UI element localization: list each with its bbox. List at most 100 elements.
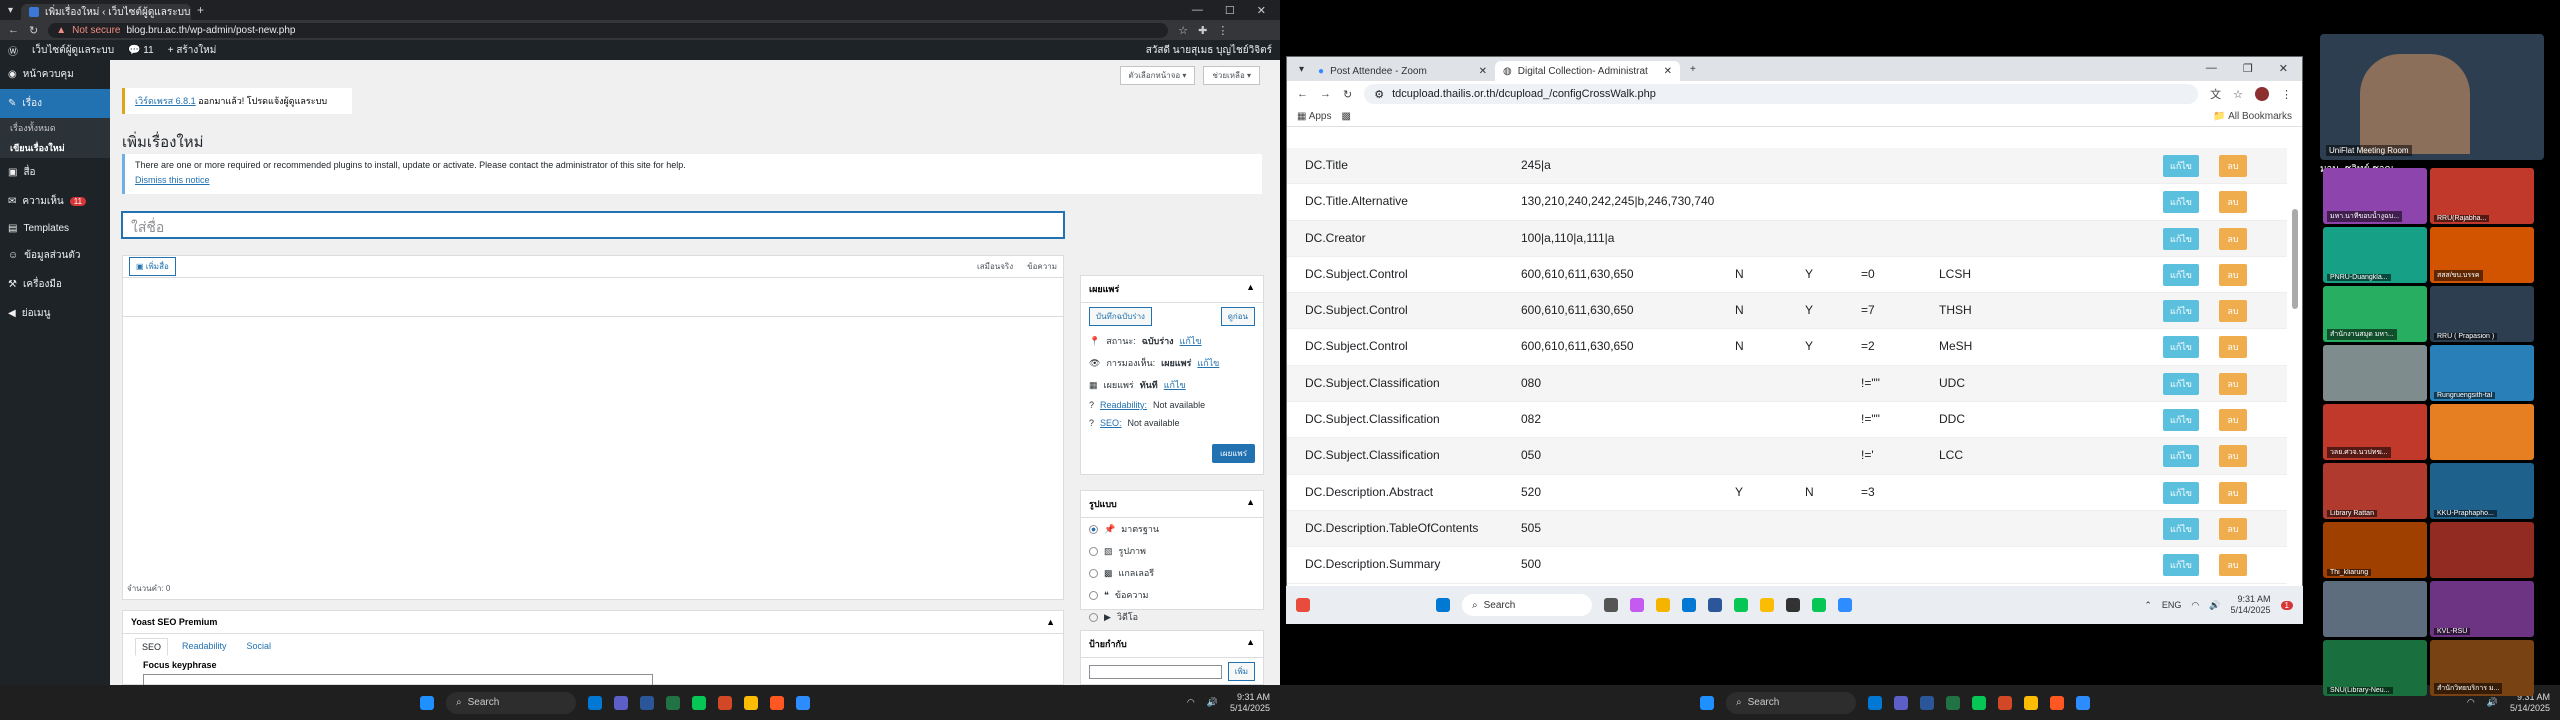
new-tab-icon[interactable]: + xyxy=(1680,64,1706,81)
close-tab-icon[interactable]: ✕ xyxy=(1479,66,1487,77)
edit-button[interactable]: แก้ไข xyxy=(2163,554,2199,577)
site-name-link[interactable]: เว็บไซต์ผู้ดูแลระบบ xyxy=(32,43,114,58)
edit-button[interactable]: แก้ไข xyxy=(2163,227,2199,250)
edge-icon[interactable] xyxy=(588,695,602,710)
grid-icon[interactable]: ▩ xyxy=(1341,111,1350,122)
menu-profile[interactable]: ☺ ข้อมูลส่วนตัว xyxy=(0,241,110,270)
comments-icon[interactable]: 💬 11 xyxy=(128,45,154,56)
publish-button[interactable]: เผยแพร่ xyxy=(1212,444,1255,463)
participant-tile[interactable]: PNRU-Duangkla... xyxy=(2323,227,2427,283)
collapse-arrow-icon[interactable]: ▲ xyxy=(1246,282,1255,296)
participant-tile[interactable]: SNU(Library-Neu... xyxy=(2323,640,2427,696)
submenu-add-new[interactable]: เขียนเรื่องใหม่ xyxy=(0,138,110,158)
participant-tile[interactable]: RRU(Rajabha... xyxy=(2430,168,2534,224)
edge-icon[interactable] xyxy=(1868,695,1882,710)
collapse-arrow-icon[interactable]: ▲ xyxy=(1046,617,1055,627)
add-tag-button[interactable]: เพิ่ม xyxy=(1227,662,1255,681)
scrollbar-thumb[interactable] xyxy=(2292,209,2298,309)
windows-start-icon[interactable] xyxy=(1436,598,1450,612)
participant-tile[interactable]: KKU-Praphapho... xyxy=(2430,463,2534,519)
close-tab-icon[interactable]: ✕ xyxy=(1664,66,1672,77)
participant-tile[interactable]: สำนักวิทยบริการ ม... xyxy=(2430,640,2534,696)
tab-visual[interactable]: เสมือนจริง xyxy=(977,260,1013,273)
restore-icon[interactable]: ❐ xyxy=(2243,62,2253,75)
yoast-tab-social[interactable]: Social xyxy=(241,638,278,656)
participant-tile[interactable] xyxy=(2430,522,2534,578)
weather-icon[interactable] xyxy=(1296,598,1310,612)
volume-icon[interactable]: 🔊 xyxy=(1207,697,1218,708)
close-icon[interactable]: ✕ xyxy=(2279,62,2288,75)
participant-tile[interactable] xyxy=(2323,345,2427,401)
zoom-icon[interactable] xyxy=(2076,695,2090,710)
bookmark-star-icon[interactable]: ☆ xyxy=(2233,88,2243,101)
tab-text[interactable]: ข้อความ xyxy=(1027,260,1057,273)
folder-icon[interactable] xyxy=(1656,598,1670,612)
delete-button[interactable]: ลบ xyxy=(2219,336,2247,359)
participant-tile[interactable] xyxy=(2430,404,2534,460)
participant-tile[interactable]: KVL-RSU xyxy=(2430,581,2534,637)
bookmark-star-icon[interactable]: ☆ xyxy=(1178,24,1188,37)
tag-input[interactable] xyxy=(1089,664,1222,679)
post-title-input[interactable]: ใส่ชื่อ xyxy=(122,212,1064,238)
reload-icon[interactable]: ↻ xyxy=(29,24,38,37)
file-icon[interactable] xyxy=(1604,598,1618,612)
powerpoint-icon[interactable] xyxy=(718,695,732,710)
zoom-active-speaker[interactable]: UniFlat Meeting Room xyxy=(2320,34,2544,160)
delete-button[interactable]: ลบ xyxy=(2219,155,2247,177)
translate-icon[interactable]: 文 xyxy=(2210,86,2221,102)
windows-start-icon[interactable] xyxy=(1700,695,1714,710)
profile-avatar[interactable] xyxy=(2255,87,2269,101)
wifi-icon[interactable]: ◠ xyxy=(1187,697,1195,708)
zoom-icon[interactable] xyxy=(1838,598,1852,612)
participant-tile[interactable]: วลย.ศวจ.นวปทฆ... xyxy=(2323,404,2427,460)
chrome-icon[interactable] xyxy=(2024,695,2038,710)
new-tab-button[interactable]: + xyxy=(197,3,204,17)
browser-tab[interactable]: เพิ่มเรื่องใหม่ ‹ เว็บไซต์ผู้ดูแลระบบ — … xyxy=(21,4,192,20)
edit-status-link[interactable]: แก้ไข xyxy=(1180,334,1202,348)
taskbar-search[interactable]: ⌕ Search xyxy=(446,691,576,714)
chevron-up-icon[interactable]: ⌃ xyxy=(2144,600,2152,611)
help-button[interactable]: ช่วยเหลือ ▾ xyxy=(1203,66,1260,85)
new-content-link[interactable]: + สร้างใหม่ xyxy=(168,43,217,58)
taskbar-search[interactable]: ⌕ Search xyxy=(1726,691,1856,714)
delete-button[interactable]: ลบ xyxy=(2219,300,2247,323)
apps-link[interactable]: ▦ Apps xyxy=(1297,111,1331,122)
word-icon[interactable] xyxy=(1920,695,1934,710)
tab-digital-collection[interactable]: ◍ Digital Collection- Administrat ✕ xyxy=(1495,61,1681,81)
editor-textarea[interactable] xyxy=(123,316,1063,576)
edit-button[interactable]: แก้ไข xyxy=(2163,372,2199,395)
format-radio[interactable] xyxy=(1089,590,1098,600)
edit-button[interactable]: แก้ไข xyxy=(2163,517,2199,540)
teams-icon[interactable] xyxy=(1894,695,1908,710)
submenu-all-posts[interactable]: เรื่องทั้งหมด xyxy=(0,118,110,138)
delete-button[interactable]: ลบ xyxy=(2219,445,2247,468)
delete-button[interactable]: ลบ xyxy=(2219,372,2247,395)
edit-button[interactable]: แก้ไข xyxy=(2163,300,2199,323)
menu-tools[interactable]: ⚒ เครื่องมือ xyxy=(0,270,110,299)
system-clock[interactable]: 9:31 AM 5/14/2025 xyxy=(1230,692,1270,714)
minimize-icon[interactable]: — xyxy=(2206,62,2217,75)
zoom-icon[interactable] xyxy=(796,695,810,710)
edit-visibility-link[interactable]: แก้ไข xyxy=(1197,356,1219,370)
reload-icon[interactable]: ↻ xyxy=(1343,88,1352,101)
windows-start-icon[interactable] xyxy=(420,695,434,710)
participant-tile[interactable]: RRU ( Prapasion ) xyxy=(2430,286,2534,342)
delete-button[interactable]: ลบ xyxy=(2219,481,2247,504)
format-radio[interactable] xyxy=(1089,612,1098,622)
edit-button[interactable]: แก้ไข xyxy=(2163,155,2199,177)
participant-tile[interactable]: สำนักงานสมุด มหา... xyxy=(2323,286,2427,342)
address-bar[interactable]: ▲ Not secure blog.bru.ac.th/wp-admin/pos… xyxy=(48,22,1169,38)
line-icon[interactable] xyxy=(692,695,706,710)
notification-badge[interactable]: 1 xyxy=(2280,600,2293,610)
edit-button[interactable]: แก้ไข xyxy=(2163,445,2199,468)
format-radio[interactable] xyxy=(1089,546,1098,556)
participant-tile[interactable]: มหา.นาทีขอบน้ำงูฉบ... xyxy=(2323,168,2427,224)
dismiss-notice-link[interactable]: Dismiss this notice xyxy=(135,175,1252,185)
teams-icon[interactable] xyxy=(614,695,628,710)
preview-button[interactable]: ดูก่อน xyxy=(1220,307,1255,326)
wifi-icon[interactable]: ◠ xyxy=(2467,697,2475,708)
line-2-icon[interactable] xyxy=(1812,598,1826,612)
delete-button[interactable]: ลบ xyxy=(2219,554,2247,577)
menu-icon[interactable]: ⋮ xyxy=(2281,88,2292,101)
update-link[interactable]: เวิร์ดเพรส 6.8.1 xyxy=(135,96,196,106)
